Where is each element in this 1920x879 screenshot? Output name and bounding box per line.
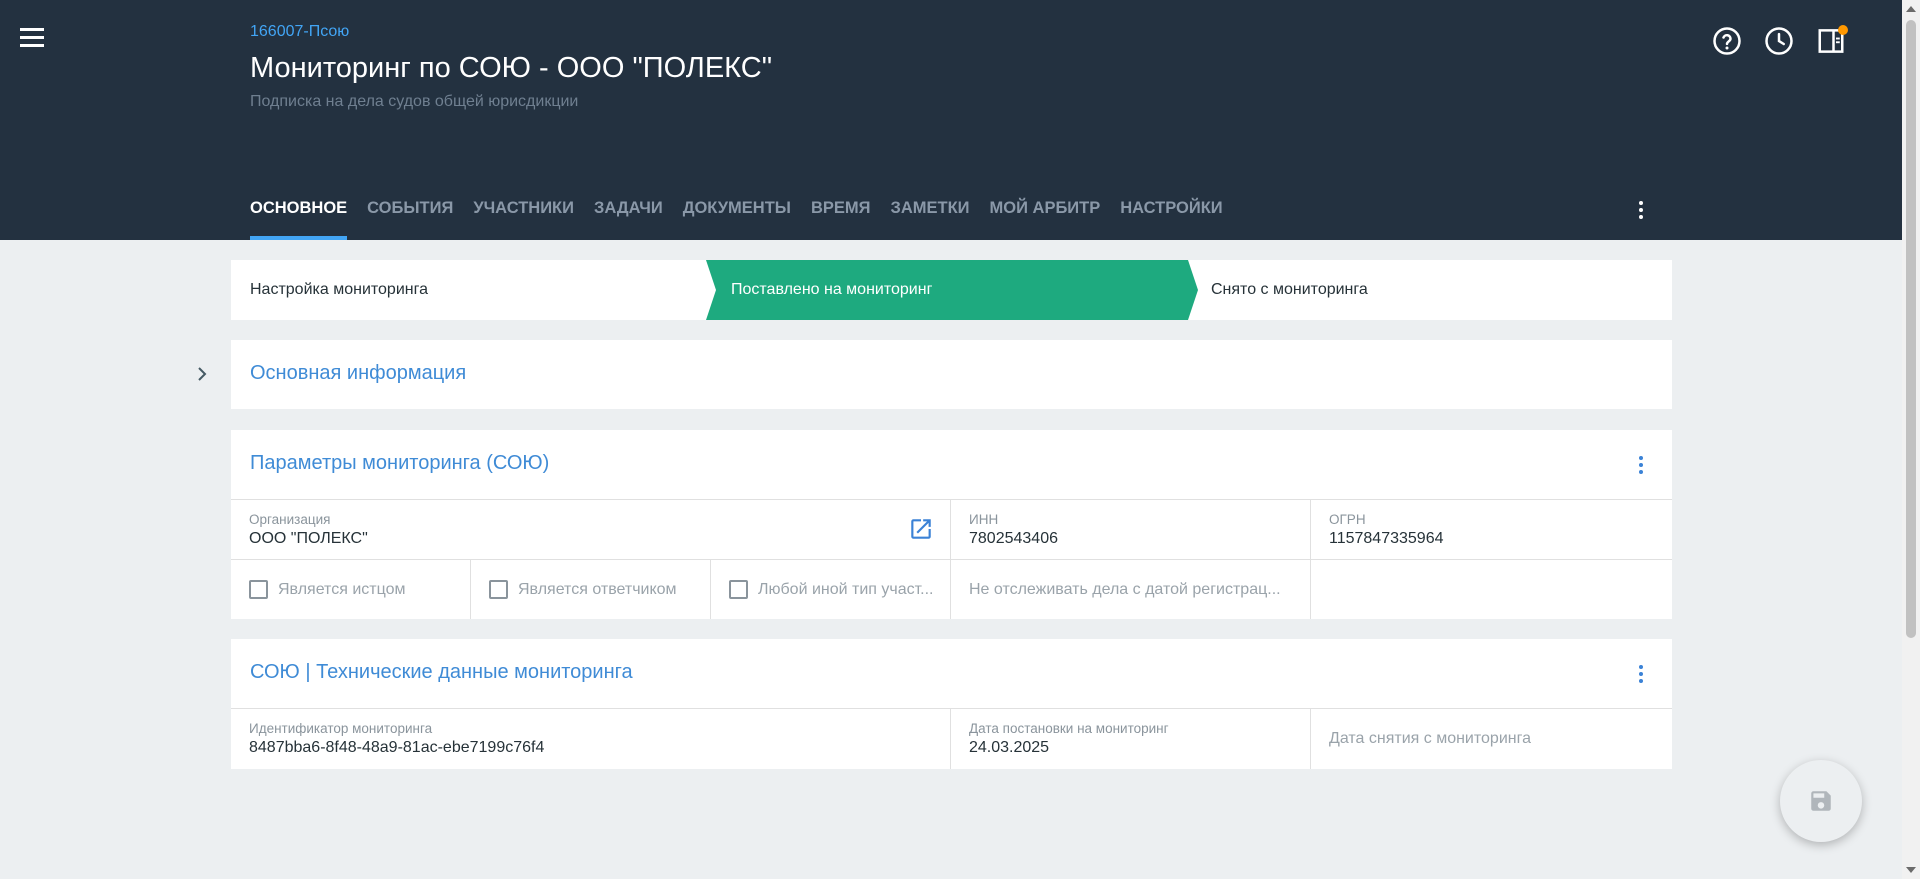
tab-events[interactable]: СОБЫТИЯ xyxy=(357,188,463,240)
hamburger-menu-icon[interactable] xyxy=(20,28,46,52)
step-removed[interactable]: Снято с мониторинга xyxy=(1211,260,1368,320)
tab-my-arbiter[interactable]: МОЙ АРБИТР xyxy=(980,188,1111,240)
inn-label: ИНН xyxy=(969,512,999,527)
defendant-checkbox[interactable]: Является ответчиком xyxy=(489,560,677,619)
tech-title: СОЮ | Технические данные мониторинга xyxy=(250,661,633,683)
tab-tasks[interactable]: ЗАДАЧИ xyxy=(584,188,673,240)
end-date-placeholder: Дата снятия с мониторинга xyxy=(1329,730,1531,747)
save-button[interactable] xyxy=(1780,760,1862,842)
open-external-icon[interactable] xyxy=(908,516,934,542)
empty-cell xyxy=(1311,560,1672,619)
vertical-scrollbar[interactable] xyxy=(1902,0,1920,879)
scroll-thumb[interactable] xyxy=(1906,20,1916,638)
ogrn-field[interactable]: ОГРН 1157847335964 xyxy=(1311,500,1672,559)
ogrn-value: 1157847335964 xyxy=(1329,530,1444,547)
tab-participants[interactable]: УЧАСТНИКИ xyxy=(463,188,584,240)
monitoring-id-field[interactable]: Идентификатор мониторинга 8487bba6-8f48-… xyxy=(231,709,951,769)
plaintiff-checkbox[interactable]: Является истцом xyxy=(249,560,405,619)
tech-more-icon[interactable] xyxy=(1629,662,1653,686)
more-options-icon[interactable] xyxy=(1629,198,1653,222)
checkbox-unchecked-icon xyxy=(249,580,268,599)
checkbox-unchecked-icon xyxy=(489,580,508,599)
notification-badge xyxy=(1838,25,1848,35)
other-participant-checkbox[interactable]: Любой иной тип участ... xyxy=(729,560,934,619)
tab-notes[interactable]: ЗАМЕТКИ xyxy=(880,188,979,240)
page-subtitle: Подписка на дела судов общей юрисдикции xyxy=(250,93,579,110)
main-info-title[interactable]: Основная информация xyxy=(250,362,466,385)
case-id-link[interactable]: 166007-Псою xyxy=(250,23,349,41)
side-panel-icon[interactable] xyxy=(1816,25,1848,56)
inn-value: 7802543406 xyxy=(969,530,1058,547)
checkbox-unchecked-icon xyxy=(729,580,748,599)
tab-bar: ОСНОВНОЕ СОБЫТИЯ УЧАСТНИКИ ЗАДАЧИ ДОКУМЕ… xyxy=(250,188,1233,240)
status-stepper: Настройка мониторинга Поставлено на мони… xyxy=(231,260,1672,320)
tab-settings[interactable]: НАСТРОЙКИ xyxy=(1110,188,1232,240)
start-date-field[interactable]: Дата постановки на мониторинг 24.03.2025 xyxy=(951,709,1311,769)
page-title: Мониторинг по СОЮ - ООО "ПОЛЕКС" xyxy=(250,52,772,84)
organization-field[interactable]: Организация ООО "ПОЛЕКС" xyxy=(231,500,951,559)
history-icon[interactable] xyxy=(1764,26,1794,56)
help-icon[interactable] xyxy=(1712,26,1742,56)
app-header: 166007-Псою Мониторинг по СОЮ - ООО "ПОЛ… xyxy=(0,0,1902,240)
start-date-value: 24.03.2025 xyxy=(969,739,1050,756)
main-info-section[interactable]: Основная информация xyxy=(231,340,1672,409)
monitoring-id-value: 8487bba6-8f48-48a9-81ac-ebe7199c76f4 xyxy=(249,739,545,756)
scroll-up-arrow-icon[interactable] xyxy=(1906,6,1916,12)
end-date-field[interactable]: Дата снятия с мониторинга xyxy=(1311,709,1672,769)
step-setup[interactable]: Настройка мониторинга xyxy=(250,260,428,320)
inn-field[interactable]: ИНН 7802543406 xyxy=(951,500,1311,559)
params-more-icon[interactable] xyxy=(1629,453,1653,477)
tab-main[interactable]: ОСНОВНОЕ xyxy=(250,188,357,240)
tab-documents[interactable]: ДОКУМЕНТЫ xyxy=(673,188,801,240)
monitoring-id-label: Идентификатор мониторинга xyxy=(249,721,433,736)
organization-label: Организация xyxy=(249,512,331,527)
organization-value: ООО "ПОЛЕКС" xyxy=(249,530,368,547)
date-filter-field[interactable]: Не отслеживать дела с датой регистрац... xyxy=(951,560,1311,619)
tab-time[interactable]: ВРЕМЯ xyxy=(801,188,881,240)
start-date-label: Дата постановки на мониторинг xyxy=(969,721,1169,736)
expand-chevron-icon[interactable] xyxy=(192,364,212,384)
scroll-down-arrow-icon[interactable] xyxy=(1906,867,1916,873)
save-icon xyxy=(1811,791,1831,811)
date-filter-placeholder: Не отслеживать дела с датой регистрац... xyxy=(969,580,1281,598)
params-title: Параметры мониторинга (СОЮ) xyxy=(250,452,550,474)
tech-data-card: СОЮ | Технические данные мониторинга Иде… xyxy=(231,639,1672,769)
step-monitoring-active[interactable]: Поставлено на мониторинг xyxy=(706,260,1198,320)
ogrn-label: ОГРН xyxy=(1329,512,1366,527)
monitoring-params-card: Параметры мониторинга (СОЮ) Организация … xyxy=(231,430,1672,619)
